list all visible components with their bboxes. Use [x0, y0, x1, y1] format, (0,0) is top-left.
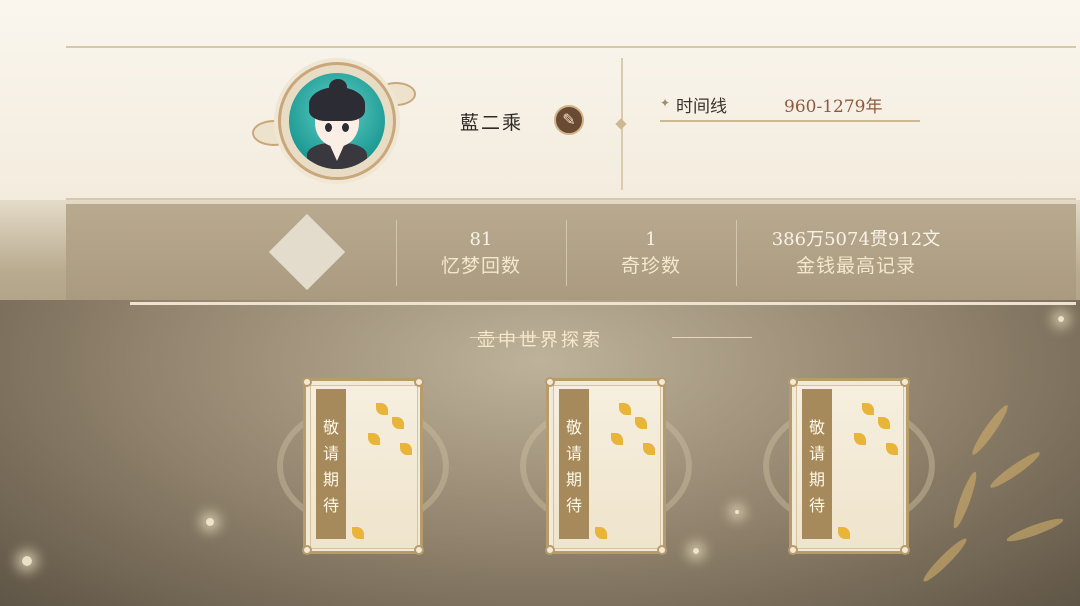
stats-divider [396, 220, 397, 286]
card-corner [302, 545, 312, 555]
ginkgo-leaf-icon [619, 403, 631, 415]
light-particle [735, 510, 739, 514]
stat-value: 386万5074贯912文 [771, 229, 941, 250]
light-particle [1058, 316, 1064, 322]
stat-label: 奇珍数 [620, 255, 681, 277]
ginkgo-leaf-icon [635, 417, 647, 429]
light-particle [693, 548, 699, 554]
world-card[interactable]: 敬请期待 [763, 377, 935, 555]
light-particle [206, 518, 214, 526]
ginkgo-leaf-icon [611, 433, 623, 445]
timeline-label: 时间线 [676, 97, 727, 117]
ginkgo-leaf-icon [886, 443, 898, 455]
ginkgo-leaf-icon [643, 443, 655, 455]
world-card[interactable]: 敬请期待 [277, 377, 449, 555]
stats-bar-underline [130, 302, 1076, 305]
card-corner [788, 545, 798, 555]
card-label: 敬请期待 [565, 418, 582, 515]
ginkgo-leaf-icon [368, 433, 380, 445]
stat-treasure-count: 1 奇珍数 [586, 228, 716, 280]
stats-bar: 81 忆梦回数 1 奇珍数 386万5074贯912文 金钱最高记录 [66, 204, 1076, 300]
stats-divider [566, 220, 567, 286]
profile-panel: 藍二乘 ✎ ✦ 时间线 960-1279年 [66, 50, 1076, 198]
stats-divider [736, 220, 737, 286]
card-corner [657, 545, 667, 555]
card-frame: 敬请期待 [788, 377, 910, 555]
rename-button[interactable]: ✎ [554, 105, 584, 135]
card-corner [900, 377, 910, 387]
card-frame: 敬请期待 [545, 377, 667, 555]
timeline-value: 960-1279年 [784, 97, 883, 117]
stat-label: 金钱最高记录 [795, 255, 916, 277]
ginkgo-leaf-icon [854, 433, 866, 445]
card-label: 敬请期待 [322, 418, 339, 515]
ginkgo-leaf-icon [878, 417, 890, 429]
card-corner [900, 545, 910, 555]
emblem-diamond-icon [268, 213, 346, 291]
stat-value: 81 [469, 229, 493, 250]
brush-icon: ✎ [562, 110, 576, 129]
card-corner [545, 377, 555, 387]
avatar-eye [342, 123, 349, 132]
stat-max-money: 386万5074贯912文 金钱最高记录 [746, 228, 966, 280]
player-name: 藍二乘 [460, 112, 524, 134]
ginkgo-leaf-icon [352, 527, 364, 539]
ginkgo-leaf-icon [400, 443, 412, 455]
profile-bottom-divider [66, 198, 1076, 200]
divider-diamond-icon [615, 118, 627, 130]
card-corner [414, 377, 424, 387]
avatar-portrait [289, 73, 385, 169]
card-corner [545, 545, 555, 555]
player-avatar[interactable] [278, 62, 396, 180]
card-corner [302, 377, 312, 387]
world-card[interactable]: 敬请期待 [520, 377, 692, 555]
card-corner [788, 377, 798, 387]
ginkgo-leaf-icon [862, 403, 874, 415]
stat-dream-count: 81 忆梦回数 [416, 228, 546, 280]
card-frame: 敬请期待 [302, 377, 424, 555]
timeline-row: ✦ 时间线 960-1279年 [660, 92, 920, 122]
ginkgo-leaf-icon [838, 527, 850, 539]
stat-label: 忆梦回数 [440, 255, 521, 277]
card-corner [657, 377, 667, 387]
card-corner [414, 545, 424, 555]
card-label: 敬请期待 [808, 418, 825, 515]
section-title: 壶中世界探索 [477, 330, 603, 351]
ginkgo-leaf-icon [392, 417, 404, 429]
diamond-marker-icon: ✦ [660, 96, 671, 110]
ginkgo-leaf-icon [376, 403, 388, 415]
stat-value: 1 [645, 229, 657, 250]
avatar-eye [325, 123, 332, 132]
ginkgo-leaf-icon [595, 527, 607, 539]
top-divider [66, 46, 1076, 48]
avatar-hair-bun [329, 79, 347, 95]
light-particle [22, 556, 32, 566]
